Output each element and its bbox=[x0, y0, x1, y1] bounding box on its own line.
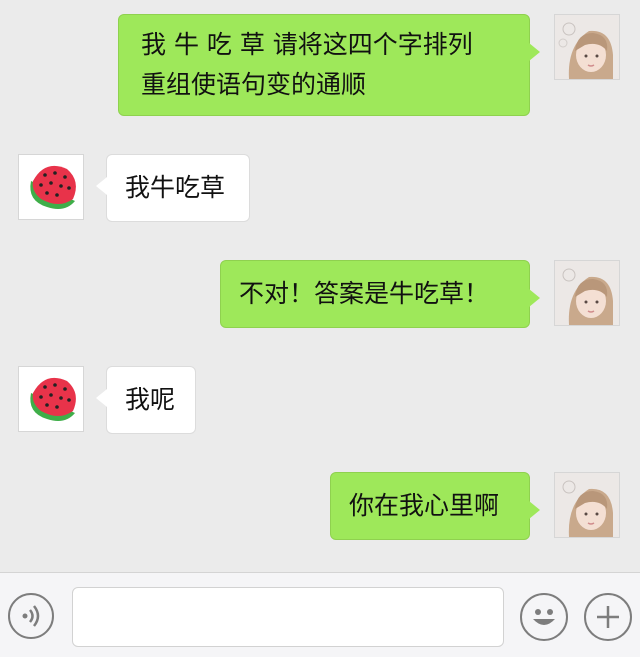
message-text: 我牛吃草 bbox=[125, 173, 226, 202]
message-text: 我呢 bbox=[125, 385, 176, 414]
self-avatar[interactable] bbox=[554, 260, 620, 326]
input-bar bbox=[0, 572, 640, 657]
watermelon-avatar-icon bbox=[19, 155, 83, 219]
girl-photo-avatar-icon bbox=[555, 473, 619, 537]
girl-photo-avatar-icon bbox=[555, 15, 619, 79]
watermelon-avatar-icon bbox=[19, 367, 83, 431]
plus-button[interactable] bbox=[584, 593, 632, 641]
message-bubble-received[interactable]: 我呢 bbox=[96, 366, 196, 434]
contact-avatar[interactable] bbox=[18, 366, 84, 432]
message-bubble-sent[interactable]: 不对！答案是牛吃草！ bbox=[220, 260, 540, 328]
self-avatar[interactable] bbox=[554, 472, 620, 538]
message-bubble-sent[interactable]: 你在我心里啊 bbox=[330, 472, 540, 540]
chat-area: 我 牛 吃 草 请将这四个字排列 重组使语句变的通顺 我牛吃草 不对！答案是牛吃… bbox=[0, 0, 640, 572]
self-avatar[interactable] bbox=[554, 14, 620, 80]
girl-photo-avatar-icon bbox=[555, 261, 619, 325]
contact-avatar[interactable] bbox=[18, 154, 84, 220]
message-input[interactable] bbox=[72, 587, 504, 647]
emoji-icon bbox=[533, 609, 555, 625]
message-bubble-sent[interactable]: 我 牛 吃 草 请将这四个字排列 重组使语句变的通顺 bbox=[118, 14, 540, 116]
message-text: 重组使语句变的通顺 bbox=[141, 70, 367, 99]
message-text: 你在我心里啊 bbox=[349, 491, 500, 520]
plus-icon bbox=[597, 606, 619, 628]
message-text: 我 牛 吃 草 请将这四个字排列 bbox=[141, 30, 473, 59]
message-bubble-received[interactable]: 我牛吃草 bbox=[96, 154, 250, 222]
voice-button[interactable] bbox=[8, 593, 54, 639]
voice-icon bbox=[22, 605, 40, 627]
message-text: 不对！答案是牛吃草！ bbox=[239, 279, 490, 308]
emoji-button[interactable] bbox=[520, 593, 568, 641]
